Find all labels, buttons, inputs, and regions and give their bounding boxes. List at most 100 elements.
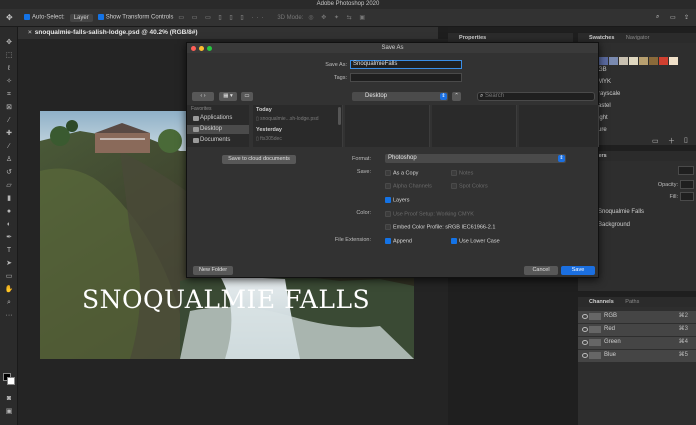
auto-select-dropdown[interactable]: Layer <box>69 13 93 22</box>
more-tools-icon[interactable]: ··· <box>4 312 14 320</box>
view-mode-button[interactable]: ▦ ▾ <box>219 92 237 101</box>
rectangle-tool-icon[interactable]: ▭ <box>4 273 14 281</box>
documents-icon <box>193 138 199 143</box>
chevron-down-icon: ⇕ <box>440 93 447 100</box>
embed-color-profile-checkbox[interactable]: Embed Color Profile: sRGB IEC61966-2.1 <box>385 224 495 231</box>
search-icon[interactable]: ⌕ <box>656 14 659 21</box>
share-icon[interactable]: ⇪ <box>684 14 689 21</box>
applications-icon <box>193 116 199 121</box>
eye-icon[interactable] <box>582 340 588 345</box>
quick-mask-icon[interactable]: ◙ <box>4 395 14 403</box>
swatch[interactable] <box>619 57 628 65</box>
save-to-cloud-button[interactable]: Save to cloud documents <box>222 155 296 164</box>
save-button[interactable]: Save <box>561 266 595 275</box>
3d-mode-icons[interactable]: ◎ ✥ ✦ ⇆ ▣ <box>308 14 368 21</box>
close-tab-icon[interactable]: × <box>28 29 32 36</box>
swatch-group-label: rayscale <box>598 91 621 97</box>
sidebar-item-applications[interactable]: Applications <box>191 114 232 123</box>
document-tab[interactable]: × snoqualmie-falls-salish-lodge.psd @ 40.… <box>18 27 438 39</box>
eye-icon[interactable] <box>582 327 588 332</box>
crop-tool-icon[interactable]: ⌗ <box>4 91 14 99</box>
close-window-icon[interactable] <box>191 46 196 51</box>
frame-tool-icon[interactable]: ⊠ <box>4 104 14 112</box>
as-a-copy-checkbox[interactable]: As a Copy <box>385 170 418 177</box>
notes-label: Notes <box>459 170 474 177</box>
append-checkbox[interactable]: Append <box>385 238 412 245</box>
swatch[interactable] <box>659 57 668 65</box>
expand-button[interactable]: ⌃ <box>452 92 461 101</box>
channel-name: RGB <box>604 313 618 319</box>
swatch[interactable] <box>599 57 608 65</box>
tab-paths[interactable]: Paths <box>620 297 644 307</box>
use-proof-setup-checkbox[interactable]: Use Proof Setup: Working CMYK <box>385 211 474 218</box>
lasso-tool-icon[interactable]: ℓ <box>4 65 14 73</box>
layer-filter[interactable] <box>678 166 694 175</box>
folder-icon[interactable]: ▭ <box>652 137 659 145</box>
zoom-window-icon[interactable] <box>207 46 212 51</box>
tab-navigator[interactable]: Navigator <box>621 33 655 43</box>
workspace-icon[interactable]: ▭ <box>670 14 676 21</box>
search-field[interactable]: ⌕ Search <box>477 92 595 101</box>
blur-tool-icon[interactable]: ● <box>4 208 14 216</box>
stamp-tool-icon[interactable]: ♙ <box>4 156 14 164</box>
hand-tool-icon[interactable]: ✋ <box>4 286 14 294</box>
channel-row-green[interactable]: Green ⌘4 <box>578 337 696 349</box>
cancel-button[interactable]: Cancel <box>524 266 558 275</box>
background-color-swatch[interactable] <box>7 377 15 385</box>
swatch[interactable] <box>629 57 638 65</box>
minimize-window-icon[interactable] <box>199 46 204 51</box>
path-selection-tool-icon[interactable]: ➤ <box>4 260 14 268</box>
history-brush-icon[interactable]: ↺ <box>4 169 14 177</box>
marquee-tool-icon[interactable]: ⬚ <box>4 52 14 60</box>
location-dropdown[interactable]: Desktop ⇕ <box>352 92 448 101</box>
sidebar-item-desktop[interactable]: Desktop <box>187 125 249 134</box>
new-folder-button[interactable]: New Folder <box>193 266 233 275</box>
swatch-group-label: GB <box>598 67 607 73</box>
gradient-tool-icon[interactable]: ▮ <box>4 195 14 203</box>
swatch[interactable] <box>639 57 648 65</box>
eraser-tool-icon[interactable]: ▱ <box>4 182 14 190</box>
fill-field[interactable] <box>680 192 694 201</box>
layers-checkbox[interactable]: Layers <box>385 197 410 204</box>
auto-select-checkbox[interactable]: Auto-Select: <box>24 14 65 21</box>
healing-brush-tool-icon[interactable]: ✚ <box>4 130 14 138</box>
file-item[interactable]: ▯ snoqualmie...sh-lodge.psd <box>256 116 319 122</box>
brush-tool-icon[interactable]: ∕ <box>4 143 14 151</box>
channel-row-red[interactable]: Red ⌘3 <box>578 324 696 336</box>
eyedropper-tool-icon[interactable]: ⁄ <box>4 117 14 125</box>
back-forward-buttons[interactable]: ‹ › <box>192 92 214 101</box>
file-item[interactable]: ▯ fts305dec <box>256 136 282 142</box>
swatch[interactable] <box>649 57 658 65</box>
show-transform-checkbox[interactable]: Show Transform Controls <box>97 14 173 21</box>
filename-field[interactable]: SnoqualmieFalls <box>350 60 462 69</box>
move-tool-icon[interactable]: ✥ <box>4 39 14 47</box>
dodge-tool-icon[interactable]: ◐ <box>4 221 14 229</box>
opacity-field[interactable] <box>680 180 694 189</box>
tags-field[interactable] <box>350 73 462 82</box>
notes-checkbox[interactable]: Notes <box>451 170 473 177</box>
format-label: Format: <box>352 156 371 162</box>
swatch[interactable] <box>609 57 618 65</box>
type-tool-icon[interactable]: T <box>4 247 14 255</box>
tab-channels[interactable]: Channels <box>584 297 619 307</box>
channel-row-blue[interactable]: Blue ⌘5 <box>578 350 696 362</box>
swatch[interactable] <box>669 57 678 65</box>
trash-icon[interactable]: ▯ <box>684 136 688 144</box>
pen-tool-icon[interactable]: ✒ <box>4 234 14 242</box>
alpha-channels-checkbox[interactable]: Alpha Channels <box>385 183 432 190</box>
format-dropdown[interactable]: Photoshop ⇕ <box>385 154 566 163</box>
use-lower-case-checkbox[interactable]: Use Lower Case <box>451 238 500 245</box>
eye-icon[interactable] <box>582 353 588 358</box>
eye-icon[interactable] <box>582 314 588 319</box>
scrollbar[interactable] <box>338 107 341 125</box>
new-folder-icon[interactable]: ▭ <box>241 92 253 101</box>
align-icons[interactable]: ▭ ▭ ▭ ▯ ▯ ▯ ··· <box>178 14 266 21</box>
screen-mode-icon[interactable]: ▣ <box>4 408 14 416</box>
zoom-tool-icon[interactable]: ⌕ <box>4 299 14 307</box>
channel-row-rgb[interactable]: RGB ⌘2 <box>578 311 696 323</box>
magic-wand-tool-icon[interactable]: ✧ <box>4 78 14 86</box>
sidebar-item-documents[interactable]: Documents <box>191 136 230 145</box>
add-icon[interactable]: ＋ <box>668 136 675 146</box>
move-tool-icon[interactable]: ✥ <box>6 13 13 22</box>
spot-colors-checkbox[interactable]: Spot Colors <box>451 183 488 190</box>
